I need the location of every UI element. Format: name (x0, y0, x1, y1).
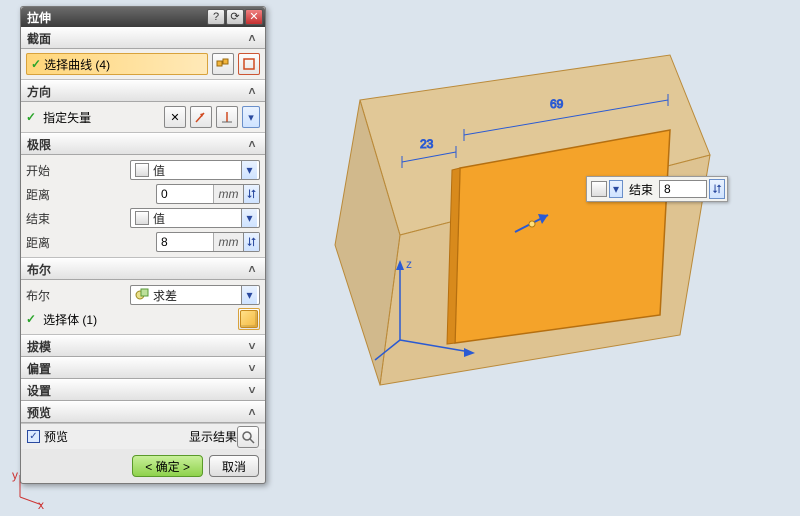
chevron-up-icon: ˄ (245, 31, 259, 45)
body-cube-icon (240, 310, 258, 328)
specify-vector-label: 指定矢量 (43, 109, 160, 126)
unit-label: mm (213, 233, 243, 251)
floating-end-value[interactable] (659, 180, 707, 198)
chevron-down-icon: ▾ (241, 161, 257, 179)
chevron-down-icon: ˅ (245, 383, 259, 397)
check-icon: ✓ (26, 312, 36, 326)
section-header-settings[interactable]: 设置 ˅ (21, 379, 265, 401)
sketch-section-icon[interactable] (238, 53, 260, 75)
chevron-down-icon: ˅ (245, 361, 259, 375)
section-header-boolean[interactable]: 布尔 ˄ (21, 258, 265, 280)
spin-icon[interactable]: ⮃ (243, 233, 259, 251)
curve-filter-icon[interactable] (212, 53, 234, 75)
chevron-down-icon: ▾ (241, 286, 257, 304)
chevron-down-icon: ▾ (241, 209, 257, 227)
ok-button-label: < 确定 > (145, 458, 190, 475)
svg-text:23: 23 (420, 137, 434, 151)
chevron-up-icon: ˄ (245, 137, 259, 151)
section-header-limits[interactable]: 极限 ˄ (21, 133, 265, 155)
reset-icon[interactable]: ⟳ (226, 9, 244, 25)
svg-text:x: x (38, 498, 44, 509)
chevron-up-icon: ˄ (245, 262, 259, 276)
boolean-type-select[interactable]: 求差 ▾ (130, 285, 260, 305)
floating-end-label: 结束 (629, 181, 653, 198)
preview-checkbox[interactable]: ✓ (27, 430, 40, 443)
preview-checkbox-label: 预览 (44, 428, 68, 445)
spin-icon[interactable]: ⮃ (243, 185, 259, 203)
auto-vector-icon[interactable] (216, 106, 238, 128)
vector-dialog-icon[interactable] (190, 106, 212, 128)
select-curve-label: 选择曲线 (4) (44, 56, 110, 73)
section-title-boolean: 布尔 (27, 261, 51, 278)
floating-end-input[interactable]: ▾ 结束 ⮃ (586, 176, 728, 202)
show-result-label: 显示结果 (189, 428, 237, 445)
section-title-preview: 预览 (27, 404, 51, 421)
check-icon: ✓ (26, 110, 36, 124)
show-result-button[interactable] (237, 426, 259, 448)
limits-start-type-select[interactable]: 值 ▾ (130, 160, 260, 180)
select-curve-row[interactable]: ✓ 选择曲线 (4) (26, 53, 208, 75)
dialog-title: 拉伸 (27, 9, 206, 26)
limits-start-label: 开始 (26, 162, 76, 179)
limits-end-type-select[interactable]: 值 ▾ (130, 208, 260, 228)
section-title-offset: 偏置 (27, 360, 51, 377)
select-body-icon[interactable] (238, 308, 260, 330)
boolean-type-value: 求差 (153, 287, 241, 304)
section-title-draft: 拔模 (27, 338, 51, 355)
value-type-icon (135, 163, 149, 177)
cancel-button[interactable]: 取消 (209, 455, 259, 477)
chevron-up-icon: ˄ (245, 84, 259, 98)
limits-start-dist-input[interactable] (157, 185, 213, 203)
limits-end-type-value: 值 (153, 210, 241, 227)
check-icon: ✓ (31, 57, 41, 71)
section-title-settings: 设置 (27, 382, 51, 399)
value-type-icon (591, 181, 607, 197)
chevron-down-icon: ˅ (245, 339, 259, 353)
limits-end-dist-label: 距离 (26, 234, 76, 251)
section-header-direction[interactable]: 方向 ˄ (21, 80, 265, 102)
value-type-icon (135, 211, 149, 225)
section-header-preview[interactable]: 预览 ˄ (21, 401, 265, 423)
vector-dropdown[interactable]: ▾ (242, 106, 260, 128)
unit-label: mm (213, 185, 243, 203)
model-canvas[interactable]: 23 69 z (280, 40, 780, 470)
limits-start-type-value: 值 (153, 162, 241, 179)
help-icon[interactable]: ? (207, 9, 225, 25)
limits-start-dist-label: 距离 (26, 186, 76, 203)
limits-end-dist-input[interactable] (157, 233, 213, 251)
section-title-profile: 截面 (27, 30, 51, 47)
section-title-direction: 方向 (27, 83, 51, 100)
dialog-titlebar[interactable]: 拉伸 ? ⟳ ✕ (21, 7, 265, 27)
section-header-draft[interactable]: 拔模 ˅ (21, 335, 265, 357)
boolean-select-body-label: 选择体 (1) (43, 311, 234, 328)
svg-text:z: z (406, 257, 412, 271)
ok-button[interactable]: < 确定 > (132, 455, 203, 477)
svg-text:69: 69 (550, 97, 564, 111)
boolean-label: 布尔 (26, 287, 76, 304)
floating-type-dropdown[interactable]: ▾ (609, 180, 623, 198)
svg-text:y: y (12, 469, 18, 482)
viewport-3d[interactable]: 23 69 z (280, 40, 780, 470)
section-title-limits: 极限 (27, 136, 51, 153)
floating-end-spin[interactable]: ⮃ (709, 179, 725, 199)
close-icon[interactable]: ✕ (245, 9, 263, 25)
section-header-profile[interactable]: 截面 ˄ (21, 27, 265, 49)
reverse-direction-icon[interactable]: ✕ (164, 106, 186, 128)
extrude-dialog: 拉伸 ? ⟳ ✕ 截面 ˄ ✓ 选择曲线 (4) 方向 ˄ ✓ 指定矢量 (20, 6, 266, 484)
cancel-button-label: 取消 (222, 458, 246, 475)
section-header-offset[interactable]: 偏置 ˅ (21, 357, 265, 379)
limits-end-label: 结束 (26, 210, 76, 227)
subtract-icon (135, 287, 149, 304)
chevron-up-icon: ˄ (245, 405, 259, 419)
